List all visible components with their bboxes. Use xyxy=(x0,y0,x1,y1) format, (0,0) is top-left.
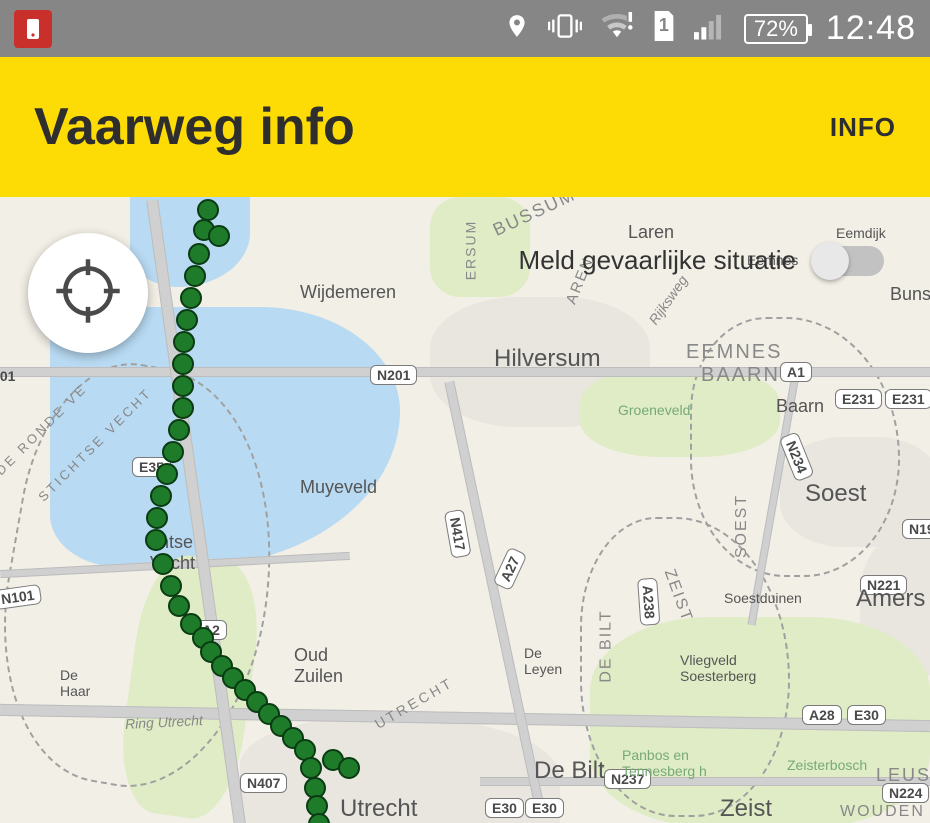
road-label: A238 xyxy=(637,578,660,627)
crosshair-icon xyxy=(54,257,122,330)
city-label: Zeist xyxy=(720,795,772,823)
map-marker[interactable] xyxy=(172,397,194,419)
map-marker[interactable] xyxy=(152,553,174,575)
road-text: Rijksweg xyxy=(645,272,690,327)
map-marker[interactable] xyxy=(172,375,194,397)
road-label: E30 xyxy=(485,798,524,818)
report-danger-toggle[interactable] xyxy=(814,246,884,276)
city-label: Baarn xyxy=(776,396,824,417)
battery-icon: 72% xyxy=(744,14,808,44)
map-marker[interactable] xyxy=(197,199,219,221)
city-label: Panbos en Tennesberg h xyxy=(622,747,707,779)
report-danger-row: Meld gevaarlijke situatie xyxy=(519,245,884,276)
road-label: E231 xyxy=(885,389,930,409)
city-label: Soest xyxy=(805,480,866,508)
vibrate-icon xyxy=(548,11,582,46)
region-label: WOUDEN xyxy=(840,803,925,821)
city-label: Laren xyxy=(628,222,674,243)
report-danger-label: Meld gevaarlijke situatie xyxy=(519,245,796,276)
road-label: E30 xyxy=(525,798,564,818)
map-marker[interactable] xyxy=(184,265,206,287)
statusbar: 1 72% 12:48 xyxy=(0,0,930,57)
road-label: N199 xyxy=(902,519,930,539)
road-label: N224 xyxy=(882,783,929,803)
city-label: De Bilt xyxy=(534,757,605,785)
map-marker[interactable] xyxy=(150,485,172,507)
locate-button[interactable] xyxy=(28,233,148,353)
battery-text: 72% xyxy=(754,16,798,42)
road-label: N417 xyxy=(444,509,472,559)
signal-icon xyxy=(694,12,726,45)
info-button[interactable]: INFO xyxy=(830,112,896,143)
road-label: A28 xyxy=(802,705,842,725)
wifi-icon xyxy=(600,12,634,45)
map-marker[interactable] xyxy=(176,309,198,331)
region-label: BAARN xyxy=(701,364,780,387)
map-marker[interactable] xyxy=(160,575,182,597)
city-label: Muyeveld xyxy=(300,477,377,498)
city-label: De Haar xyxy=(60,667,90,699)
map-marker[interactable] xyxy=(156,463,178,485)
map[interactable]: N201 A1 E231 E231 E35 A2 N234 N221 A27 A… xyxy=(0,197,930,823)
city-label: Amers xyxy=(856,585,925,613)
city-label: Oud Zuilen xyxy=(294,645,343,687)
map-marker[interactable] xyxy=(168,419,190,441)
road-label: A27 xyxy=(492,547,527,591)
city-label: Soestduinen xyxy=(724,590,802,606)
city-label: Hilversum xyxy=(494,345,601,373)
map-marker[interactable] xyxy=(172,353,194,375)
app-title: Vaarweg info xyxy=(34,97,355,157)
city-label: Wijdemeren xyxy=(300,282,396,303)
map-marker[interactable] xyxy=(300,757,322,779)
map-marker[interactable] xyxy=(162,441,184,463)
map-marker[interactable] xyxy=(173,331,195,353)
map-marker[interactable] xyxy=(338,757,360,779)
region-label: DE BILT xyxy=(598,609,616,682)
city-label: Groeneveld xyxy=(618,402,690,418)
region-label: LEUS xyxy=(876,765,930,786)
city-label: Eemdijk xyxy=(836,225,886,241)
road-label: A1 xyxy=(780,362,812,382)
city-label: Utrecht xyxy=(340,795,417,823)
map-marker[interactable] xyxy=(208,225,230,247)
road-label: I01 xyxy=(0,367,21,385)
location-icon xyxy=(504,13,530,44)
region-label: ERSUM xyxy=(462,220,478,281)
map-marker[interactable] xyxy=(180,287,202,309)
sim-icon: 1 xyxy=(652,11,676,46)
road-label: E30 xyxy=(847,705,886,725)
road-label: E231 xyxy=(835,389,882,409)
clock: 12:48 xyxy=(826,9,916,48)
map-marker[interactable] xyxy=(146,507,168,529)
city-label: Zeisterbosch xyxy=(787,757,867,773)
notification-icon xyxy=(14,10,52,48)
city-label: De Leyen xyxy=(524,645,562,677)
city-label: Vliegveld Soesterberg xyxy=(680,652,756,684)
city-label: Buns xyxy=(890,284,930,305)
map-marker[interactable] xyxy=(145,529,167,551)
road-label: N201 xyxy=(370,365,417,385)
map-marker[interactable] xyxy=(188,243,210,265)
road-label: N407 xyxy=(240,773,287,793)
app-bar: Vaarweg info INFO xyxy=(0,57,930,197)
region-label: EEMNES xyxy=(686,341,782,364)
region-label: SOEST xyxy=(733,494,751,558)
